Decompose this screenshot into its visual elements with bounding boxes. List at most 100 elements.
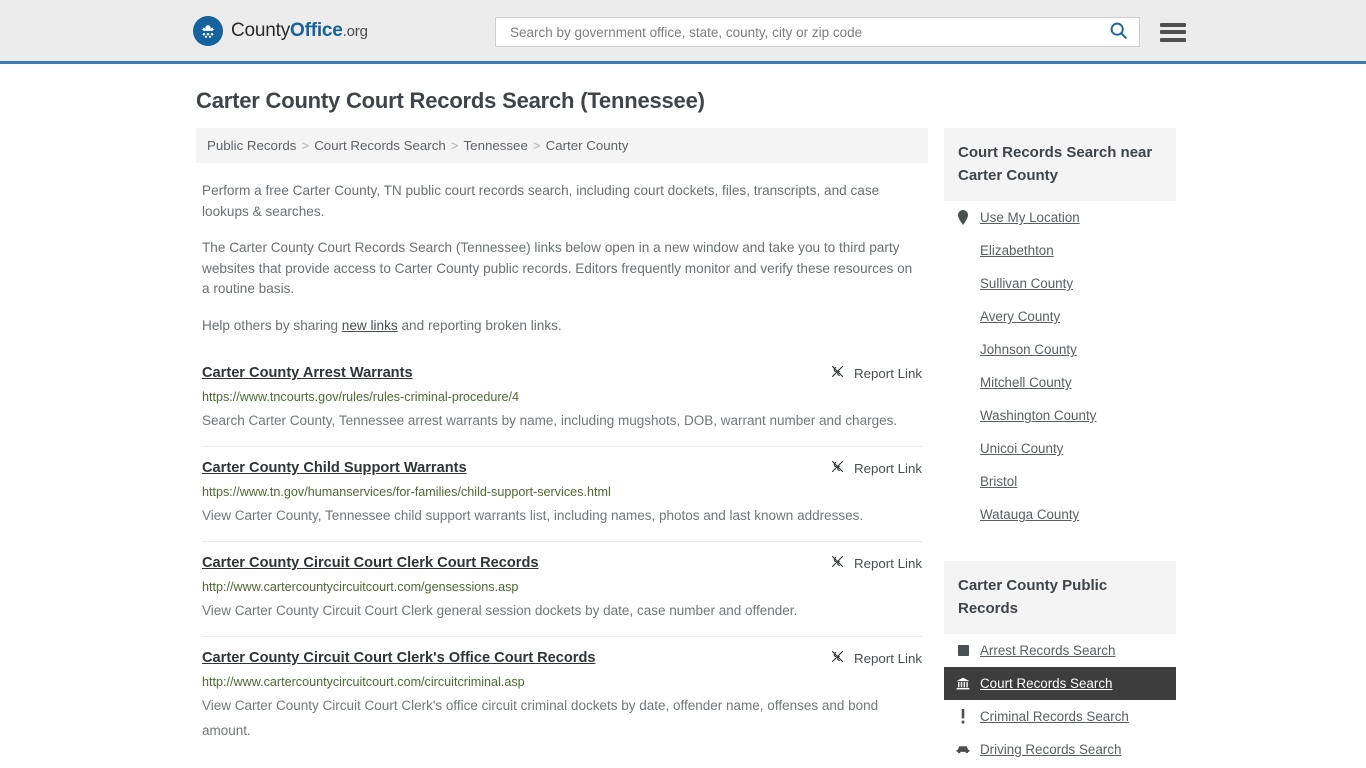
site-logo[interactable]: CountyOffice.org bbox=[193, 15, 368, 46]
result-item: Carter County Circuit Court Clerk Court … bbox=[202, 541, 922, 636]
sidebar-nearby-label: Washington County bbox=[980, 408, 1097, 423]
result-description: View Carter County Circuit Court Clerk's… bbox=[202, 698, 879, 738]
sidebar-item-bristol[interactable]: Bristol bbox=[944, 465, 1176, 498]
breadcrumb-separator: > bbox=[532, 138, 541, 153]
search-input[interactable] bbox=[508, 23, 1106, 41]
broken-link-icon bbox=[830, 364, 845, 382]
sidebar-public-records-label: Arrest Records Search bbox=[980, 643, 1116, 658]
sidebar-item-sullivan-county[interactable]: Sullivan County bbox=[944, 267, 1176, 300]
intro-paragraph-3: Help others by sharing new links and rep… bbox=[202, 316, 922, 337]
result-url: https://www.tn.gov/humanservices/for-fam… bbox=[202, 485, 611, 499]
main-column: Public Records > Court Records Search > Tenn… bbox=[196, 128, 928, 756]
use-my-location-link[interactable]: Use My Location bbox=[944, 201, 1176, 234]
sidebar-item-elizabethton[interactable]: Elizabethton bbox=[944, 234, 1176, 267]
report-link-label: Report Link bbox=[854, 460, 922, 476]
result-title-link[interactable]: Carter County Arrest Warrants bbox=[202, 364, 413, 383]
logo-word-org: .org bbox=[342, 22, 368, 40]
result-url: http://www.cartercountycircuitcourt.com/… bbox=[202, 580, 519, 594]
report-link-button[interactable]: Report Link bbox=[814, 554, 922, 572]
sidebar-item-johnson-county[interactable]: Johnson County bbox=[944, 333, 1176, 366]
report-link-label: Report Link bbox=[854, 650, 922, 666]
intro-p3-before: Help others by sharing bbox=[202, 317, 342, 333]
use-my-location-label: Use My Location bbox=[980, 210, 1080, 225]
result-header: Carter County Circuit Court Clerk Court … bbox=[202, 554, 922, 573]
sidebar-item-avery-county[interactable]: Avery County bbox=[944, 300, 1176, 333]
hamburger-bar bbox=[1160, 37, 1186, 42]
new-links-link[interactable]: new links bbox=[342, 318, 398, 333]
broken-link-icon bbox=[830, 459, 845, 477]
sidebar-nearby-label: Johnson County bbox=[980, 342, 1077, 357]
result-title-link[interactable]: Carter County Circuit Court Clerk Court … bbox=[202, 554, 539, 573]
result-description: View Carter County, Tennessee child supp… bbox=[202, 508, 864, 523]
sidebar-item-criminal-records-search[interactable]: Criminal Records Search bbox=[944, 700, 1176, 733]
eagle-seal-icon bbox=[193, 15, 223, 46]
sidebar-public-records-label: Court Records Search bbox=[980, 676, 1113, 691]
sidebar-item-arrest-records-search[interactable]: Arrest Records Search bbox=[944, 634, 1176, 667]
result-url: http://www.cartercountycircuitcourt.com/… bbox=[202, 675, 525, 689]
content-columns: Public Records > Court Records Search > Tenn… bbox=[196, 128, 1176, 768]
logo-word-office: Office bbox=[290, 19, 343, 41]
result-header: Carter County Circuit Court Clerk's Offi… bbox=[202, 649, 922, 668]
results-list: Carter County Arrest Warrants Report Lin… bbox=[196, 352, 928, 756]
sidebar-public-records-label: Driving Records Search bbox=[980, 742, 1122, 757]
sidebar-nearby-label: Bristol bbox=[980, 474, 1018, 489]
search-box[interactable] bbox=[495, 17, 1140, 47]
broken-link-icon bbox=[830, 649, 845, 667]
result-title-link[interactable]: Carter County Child Support Warrants bbox=[202, 459, 467, 478]
report-link-label: Report Link bbox=[854, 555, 922, 571]
sidebar-public-records-heading: Carter County Public Records bbox=[944, 561, 1176, 634]
breadcrumb-item-public-records[interactable]: Public Records bbox=[207, 138, 296, 153]
sidebar-item-driving-records-search[interactable]: Driving Records Search bbox=[944, 733, 1176, 766]
result-item: Carter County Circuit Court Clerk's Offi… bbox=[202, 636, 922, 756]
result-item: Carter County Arrest Warrants Report Lin… bbox=[202, 352, 922, 446]
result-header: Carter County Arrest Warrants Report Lin… bbox=[202, 364, 922, 383]
result-url: https://www.tncourts.gov/rules/rules-cri… bbox=[202, 390, 520, 404]
page-container: Carter County Court Records Search (Tenn… bbox=[193, 88, 1176, 768]
breadcrumb-separator: > bbox=[450, 138, 459, 153]
report-link-button[interactable]: Report Link bbox=[814, 459, 922, 477]
sidebar-nearby-label: Elizabethton bbox=[980, 243, 1054, 258]
sidebar-nearby-label: Avery County bbox=[980, 309, 1061, 324]
sidebar-public-records-section: Carter County Public Records Arrest Reco… bbox=[944, 561, 1176, 768]
sidebar-nearby-label: Watauga County bbox=[980, 507, 1080, 522]
sidebar-public-records-list: Arrest Records Search Court Records Sear… bbox=[944, 634, 1176, 768]
header-search-zone bbox=[495, 17, 1186, 47]
intro-section: Perform a free Carter County, TN public … bbox=[196, 181, 928, 336]
site-logo-text: CountyOffice.org bbox=[231, 20, 368, 42]
intro-paragraph-1: Perform a free Carter County, TN public … bbox=[202, 183, 880, 219]
breadcrumb-item-tennessee[interactable]: Tennessee bbox=[464, 138, 528, 153]
sidebar-item-watauga-county[interactable]: Watauga County bbox=[944, 498, 1176, 531]
sidebar-nearby-label: Unicoi County bbox=[980, 441, 1064, 456]
sidebar-item-washington-county[interactable]: Washington County bbox=[944, 399, 1176, 432]
report-link-label: Report Link bbox=[854, 365, 922, 381]
search-icon bbox=[1108, 20, 1129, 44]
sidebar: Court Records Search near Carter County … bbox=[944, 128, 1176, 768]
courthouse-icon bbox=[956, 677, 970, 690]
sidebar-item-court-records-search[interactable]: Court Records Search bbox=[944, 667, 1176, 700]
report-link-button[interactable]: Report Link bbox=[814, 364, 922, 382]
search-button[interactable] bbox=[1106, 20, 1131, 44]
breadcrumb-item-carter-county[interactable]: Carter County bbox=[546, 138, 629, 153]
broken-link-icon bbox=[830, 554, 845, 572]
intro-p3-after: and reporting broken links. bbox=[397, 317, 562, 333]
site-header: CountyOffice.org bbox=[0, 0, 1366, 64]
hamburger-bar bbox=[1160, 30, 1186, 34]
sidebar-item-mitchell-county[interactable]: Mitchell County bbox=[944, 366, 1176, 399]
sidebar-item-unicoi-county[interactable]: Unicoi County bbox=[944, 432, 1176, 465]
sidebar-nearby-list: Use My Location Elizabethton Sullivan Co… bbox=[944, 201, 1176, 537]
page-title: Carter County Court Records Search (Tenn… bbox=[196, 88, 705, 113]
map-pin-icon bbox=[956, 210, 970, 225]
result-title-link[interactable]: Carter County Circuit Court Clerk's Offi… bbox=[202, 649, 596, 668]
car-icon bbox=[956, 745, 970, 754]
sidebar-nearby-heading: Court Records Search near Carter County bbox=[944, 128, 1176, 201]
breadcrumb-item-court-records-search[interactable]: Court Records Search bbox=[314, 138, 446, 153]
breadcrumb-separator: > bbox=[301, 138, 310, 153]
square-badge-icon bbox=[956, 645, 970, 656]
hamburger-bar bbox=[1160, 22, 1186, 27]
logo-word-county: County bbox=[231, 19, 291, 41]
result-header: Carter County Child Support Warrants Rep… bbox=[202, 459, 922, 478]
hamburger-menu-icon[interactable] bbox=[1160, 22, 1186, 42]
breadcrumb: Public Records > Court Records Search > Tenn… bbox=[196, 128, 928, 163]
report-link-button[interactable]: Report Link bbox=[814, 649, 922, 667]
result-description: View Carter County Circuit Court Clerk g… bbox=[202, 603, 798, 618]
